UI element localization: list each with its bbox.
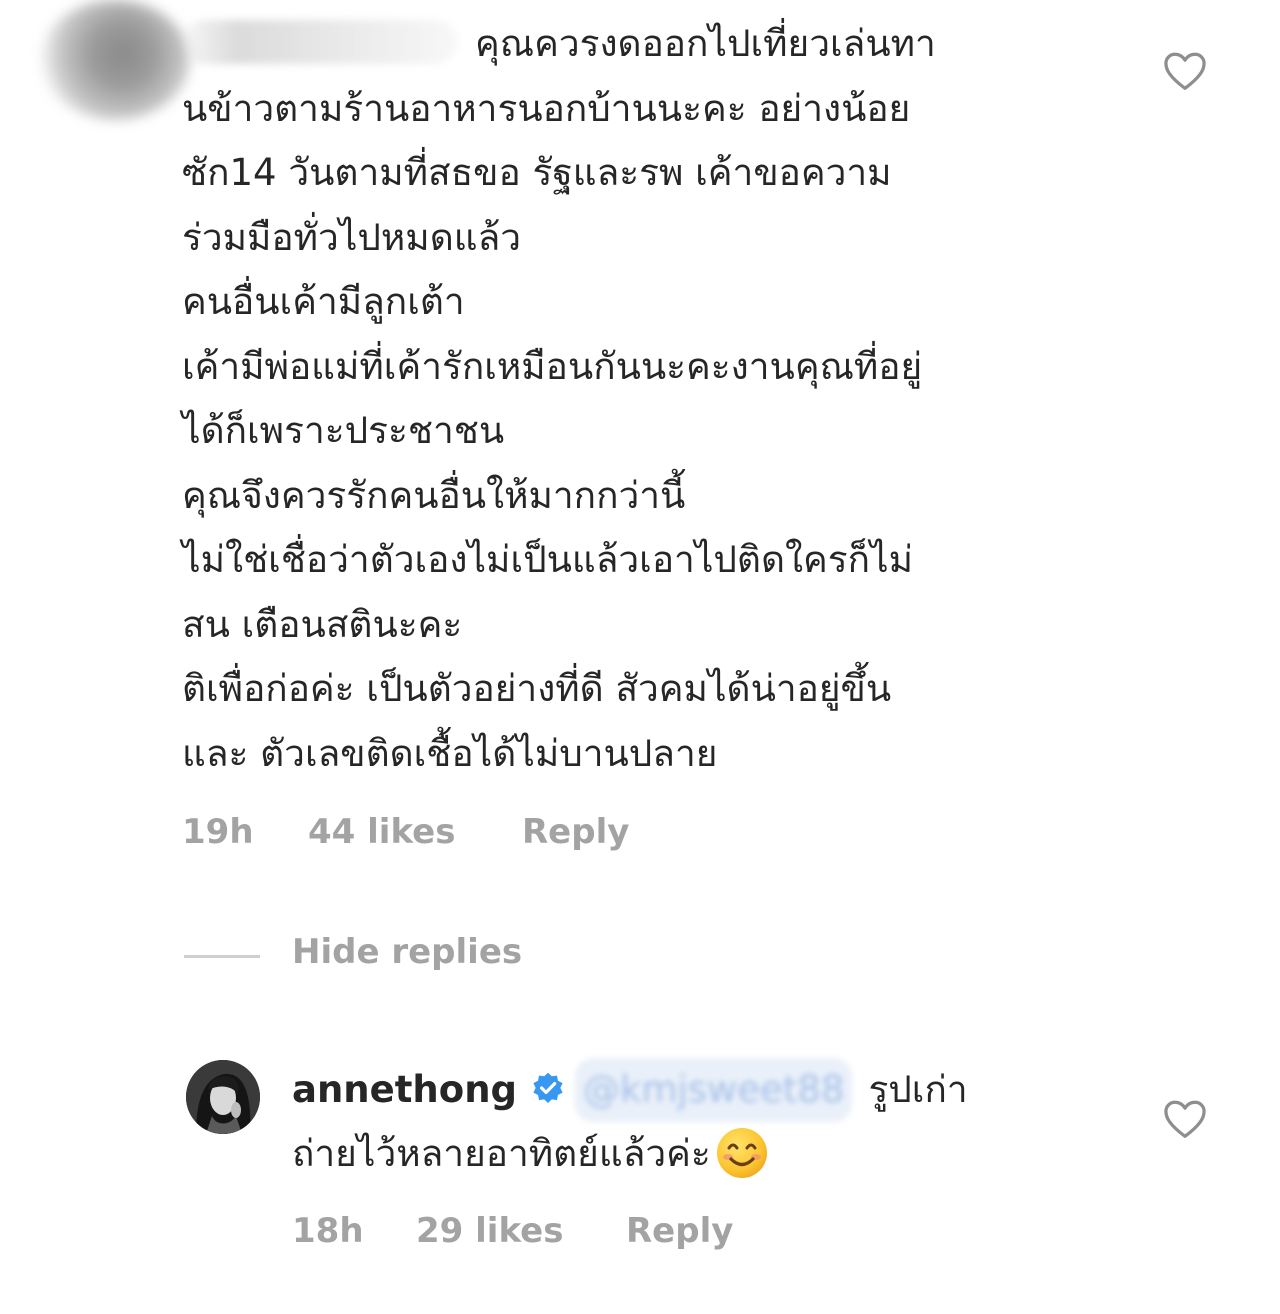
profile-photo-icon	[186, 1060, 260, 1134]
comment-line: สน เตือนสตินะคะ	[182, 602, 463, 646]
reply-likes[interactable]: 29 likes	[416, 1211, 563, 1251]
verified-badge-icon	[533, 1072, 563, 1103]
reply-line: ถ่ายไว้หลายอาทิตย์แล้วค่ะ	[292, 1122, 1112, 1186]
commenter-avatar[interactable]	[40, 0, 190, 120]
reply-mention-blurred[interactable]: @kmjsweet88	[575, 1058, 853, 1122]
reply-username[interactable]: annethong	[292, 1068, 517, 1111]
comment-text: คุณควรงดออกไปเที่ยวเล่นทา นข้าวตามร้านอา…	[182, 12, 1102, 786]
comment-line: คุณควรงดออกไปเที่ยวเล่นทา	[182, 12, 1102, 77]
hide-replies-divider	[184, 955, 260, 958]
reply-text: annethong @kmjsweet88 รูปเก่า ถ่ายไว้หลายอ…	[292, 1058, 1112, 1186]
comment-time[interactable]: 19h	[182, 812, 254, 852]
hide-replies-label: Hide replies	[292, 932, 523, 972]
comment-meta: 19h 44 likes Reply	[182, 812, 702, 856]
comment-line: ติเพื่อก่อค่ะ เป็นตัวอย่างที่ดี สัวคมได้…	[182, 667, 892, 710]
comment-likes[interactable]: 44 likes	[308, 812, 455, 852]
comment-line: ไม่ใช่เชื่อว่าตัวเองไม่เป็นแล้วเอาไปติดใ…	[182, 538, 914, 581]
comment-line: คนอื่นเค้ามีลูกเต้า	[182, 280, 465, 323]
comment-line: นข้าวตามร้านอาหารนอกบ้านนะคะ อย่างน้อย	[182, 86, 911, 130]
reply-reply-button[interactable]: Reply	[626, 1211, 733, 1251]
reply-time[interactable]: 18h	[292, 1211, 364, 1251]
comment-line: ได้ก็เพราะประชาชน	[182, 409, 505, 452]
heart-outline-icon[interactable]	[1163, 1100, 1207, 1140]
heart-outline-icon[interactable]	[1163, 52, 1207, 92]
comment-line: เค้ามีพ่อแม่ที่เค้ารักเหมือนกันนะคะงานคุ…	[182, 344, 923, 388]
comment-line: ร่วมมือทั่วไปหมดแล้ว	[182, 215, 522, 259]
comment-reply-button[interactable]: Reply	[522, 812, 629, 852]
reply-avatar[interactable]	[186, 1060, 260, 1134]
comment-line: และ ตัวเลขติดเชื้อได้ไม่บานปลาย	[182, 731, 718, 775]
reply-line: annethong @kmjsweet88 รูปเก่า	[292, 1058, 1112, 1122]
reply-meta: 18h 29 likes Reply	[292, 1211, 812, 1255]
comment-line: ซัก14 วันตามที่สธขอ รัฐและรพ เค้าขอความ	[182, 151, 892, 194]
smiling-face-emoji-icon	[716, 1128, 767, 1178]
comment-line: คุณจึงควรรักคนอื่นให้มากกว่านี้	[182, 473, 686, 517]
commenter-username-blurred[interactable]	[182, 20, 457, 64]
hide-replies-button[interactable]: Hide replies	[184, 932, 684, 982]
